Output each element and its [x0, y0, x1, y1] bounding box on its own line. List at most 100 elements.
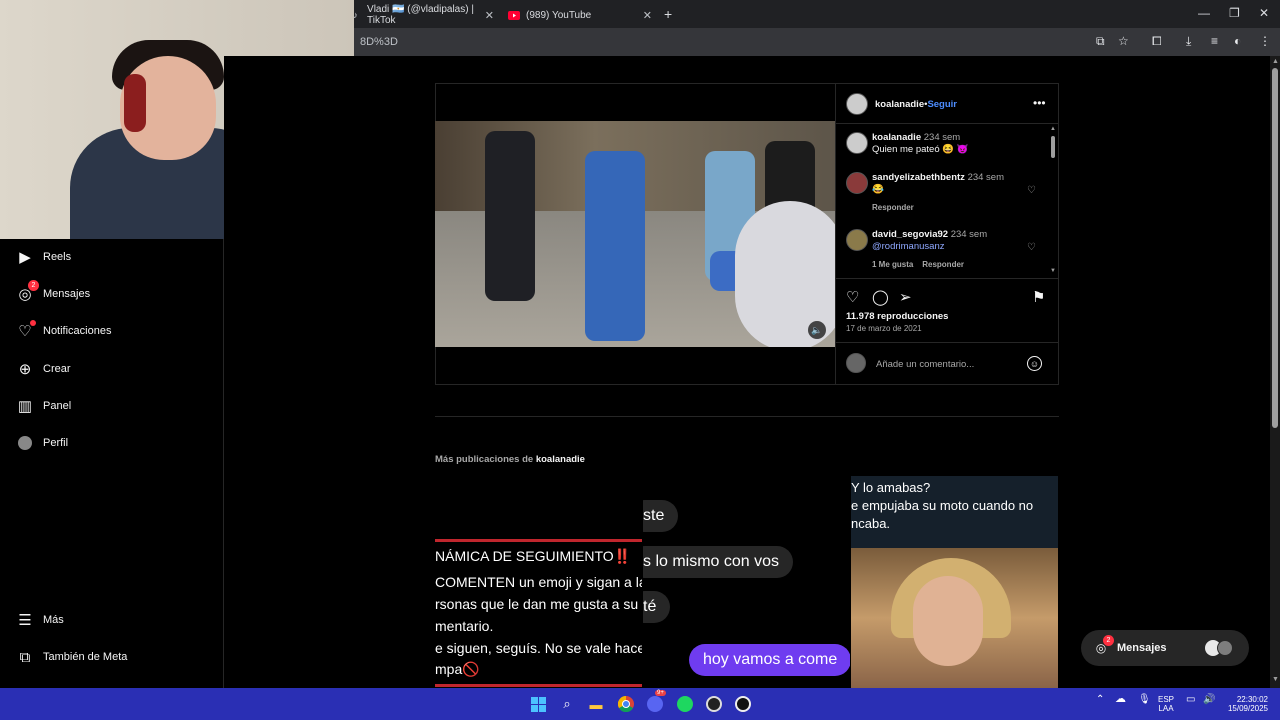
sidebar-item-label: También de Meta	[43, 651, 128, 663]
chat-bubble: s lo mismo con vos	[643, 546, 794, 578]
sidebar-item-messages[interactable]: ◎ 2 Mensajes	[16, 280, 91, 303]
reading-list-icon[interactable]: ≡	[1211, 34, 1218, 48]
plus-square-icon: ⊕	[18, 361, 32, 378]
post-thumbnail[interactable]: ste s lo mismo con vos té hoy vamos a co…	[643, 476, 850, 688]
sidebar-item-create[interactable]: ⊕ Crear	[16, 360, 71, 378]
comment-likes[interactable]: 1 Me gusta	[872, 260, 913, 269]
page-scrollbar[interactable]: ▲ ▼	[1270, 56, 1280, 688]
scroll-up-icon[interactable]: ▲	[1272, 58, 1279, 65]
sidebar-item-more[interactable]: ☰ Más	[16, 611, 64, 629]
avatar[interactable]	[846, 229, 868, 251]
profile-avatar-icon[interactable]: ◐	[1234, 34, 1241, 48]
file-explorer-icon[interactable]: ▬	[586, 694, 606, 714]
search-icon[interactable]: ⌕	[557, 694, 577, 714]
language-indicator[interactable]: ESP LAA	[1158, 695, 1174, 713]
messenger-icon: ◎ 2	[16, 280, 39, 303]
comment-input[interactable]: Añade un comentario...	[876, 359, 974, 370]
sidebar-item-notifications[interactable]: ♡ Notificaciones	[16, 320, 111, 340]
follow-button[interactable]: Seguir	[927, 99, 957, 110]
like-icon[interactable]: ♡	[846, 288, 859, 306]
comments-scrollbar[interactable]: ▲ ▼	[1050, 126, 1056, 276]
notification-badge: 2	[28, 280, 39, 291]
chevron-up-icon[interactable]: ⌃	[1096, 695, 1104, 705]
save-icon[interactable]: ⚑	[1032, 288, 1045, 306]
post-header: koalanadie • Seguir	[846, 93, 957, 115]
comment-mention[interactable]: @rodrimanusanz	[872, 241, 987, 253]
clock-time: 22:30:02	[1236, 695, 1268, 704]
url-text[interactable]: 8D%3D	[360, 36, 398, 48]
tab-youtube[interactable]: (989) YouTube ✕	[508, 4, 652, 26]
minimize-button[interactable]: —	[1198, 6, 1210, 20]
messages-label: Mensajes	[1117, 642, 1167, 654]
post-date: 17 de marzo de 2021	[846, 324, 922, 333]
more-posts-heading: Más publicaciones de koalanadie	[435, 454, 585, 465]
messages-pill[interactable]: ◎ 2 Mensajes	[1081, 630, 1249, 666]
restore-button[interactable]: ❐	[1229, 6, 1240, 20]
divider	[435, 416, 1059, 417]
views-count[interactable]: 11.978 reproducciones	[846, 311, 948, 322]
more-options-icon[interactable]: •••	[1033, 96, 1046, 110]
sidebar-item-label: Mensajes	[43, 288, 91, 300]
avatar[interactable]	[846, 132, 868, 154]
meta-icon: ⧉	[19, 648, 31, 666]
sidebar-item-panel[interactable]: ▥ Panel	[16, 397, 71, 415]
clock[interactable]: 22:30:02 15/09/2025	[1224, 695, 1268, 713]
sidebar-item-reels[interactable]: ▶︎ Reels	[16, 248, 71, 266]
reply-button[interactable]: Responder	[922, 260, 964, 269]
language-code: ESP	[1158, 695, 1175, 704]
extensions-icon[interactable]: ⧠	[1152, 34, 1162, 49]
emoji-icon[interactable]: ☺	[1027, 356, 1042, 371]
scrollbar-thumb[interactable]	[1272, 68, 1278, 428]
clock-date: 15/09/2025	[1227, 704, 1268, 713]
scroll-down-icon[interactable]: ▼	[1272, 676, 1279, 683]
obs-icon[interactable]	[704, 694, 724, 714]
cloud-icon[interactable]: ☁	[1115, 694, 1126, 705]
sidebar-item-meta[interactable]: ⧉ También de Meta	[16, 648, 128, 666]
thumbnail-text: mentario.	[435, 618, 494, 634]
close-tab-icon[interactable]: ✕	[643, 9, 652, 22]
sidebar-item-profile[interactable]: Perfil	[16, 434, 68, 452]
install-app-icon[interactable]: ⧉	[1096, 34, 1105, 49]
chrome-icon[interactable]	[616, 694, 636, 714]
new-tab-button[interactable]: +	[664, 6, 672, 22]
bookmark-star-icon[interactable]: ☆	[1118, 34, 1129, 48]
post-username[interactable]: koalanadie	[875, 99, 924, 110]
reply-button[interactable]: Responder	[872, 202, 1004, 214]
windows-start-icon[interactable]	[528, 694, 548, 714]
comment-user[interactable]: koalanadie	[872, 132, 921, 143]
like-comment-icon[interactable]: ♡	[1027, 185, 1036, 196]
divider	[836, 123, 1058, 124]
post-video[interactable]	[435, 121, 835, 347]
notification-badge: 9+	[655, 690, 666, 696]
comment-text: 😂	[872, 184, 884, 195]
comment-text: Quien me pateó 😆 😈	[872, 144, 969, 155]
like-comment-icon[interactable]: ♡	[1027, 242, 1036, 253]
post-thumbnail[interactable]: Y lo amabas? e empujaba su moto cuando n…	[851, 476, 1058, 688]
microphone-icon[interactable]: 🎙	[1138, 695, 1151, 705]
comment-user[interactable]: sandyelizabethbentz	[872, 172, 965, 183]
download-icon[interactable]: ⤓	[1186, 34, 1191, 49]
mute-icon[interactable]: 🔈	[808, 321, 826, 339]
close-window-button[interactable]: ✕	[1259, 6, 1269, 20]
app-icon[interactable]	[733, 694, 753, 714]
share-icon[interactable]: ➢	[899, 288, 912, 306]
avatar[interactable]	[846, 93, 868, 115]
messenger-icon: ◎ 2	[1093, 635, 1114, 656]
comment-item: david_segovia92 234 sem @rodrimanusanz 1…	[846, 229, 987, 271]
volume-icon[interactable]: 🔊	[1203, 695, 1215, 705]
tab-title: (989) YouTube	[526, 9, 592, 21]
close-tab-icon[interactable]: ✕	[485, 9, 494, 22]
kebab-menu-icon[interactable]: ⋮	[1259, 34, 1271, 48]
tab-tiktok[interactable]: ♪ Vladi 🇦🇷 (@vladipalas) | TikTok ✕	[350, 4, 494, 26]
network-icon[interactable]: ▭	[1186, 695, 1195, 705]
notification-badge: 2	[1103, 635, 1114, 646]
comment-user[interactable]: david_segovia92	[872, 229, 948, 240]
spotify-icon[interactable]	[675, 694, 695, 714]
discord-icon[interactable]: 9+	[645, 690, 666, 714]
avatar[interactable]	[846, 172, 868, 194]
more-posts-user[interactable]: koalanadie	[536, 454, 585, 465]
comment-icon[interactable]: ◯	[872, 288, 889, 306]
windows-taskbar	[0, 688, 1280, 720]
post-thumbnail[interactable]: NÁMICA DE SEGUIMIENTO‼️ COMENTEN un emoj…	[435, 476, 642, 688]
post-divider	[835, 83, 836, 385]
